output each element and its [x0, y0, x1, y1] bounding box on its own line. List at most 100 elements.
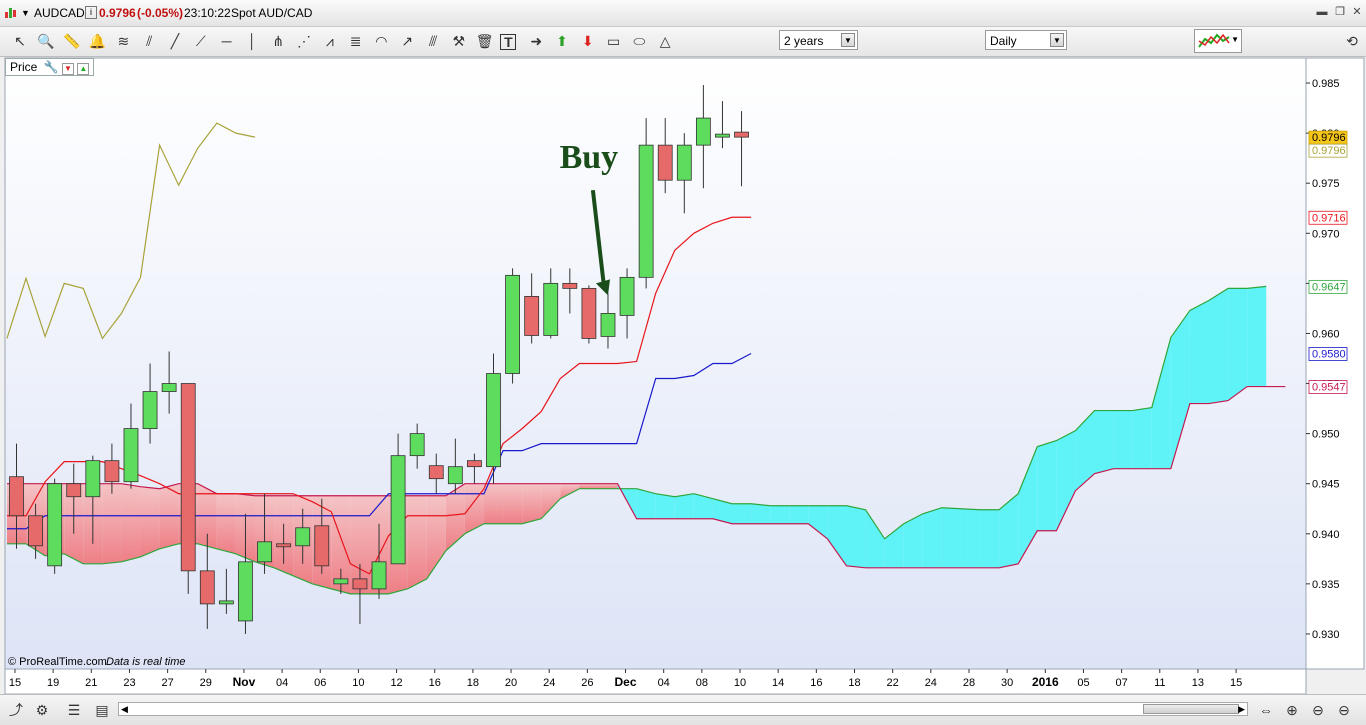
chart-scrollbar[interactable]: ◀ ▶ [118, 702, 1248, 716]
chevron-down-icon[interactable]: ▼ [1050, 33, 1064, 47]
indicators-button[interactable]: ▼ [1194, 29, 1242, 53]
triangle-icon[interactable]: △ [655, 31, 675, 51]
line-icon[interactable]: ╱ [165, 31, 185, 51]
bearish-candle[interactable] [9, 476, 24, 517]
bearish-candle[interactable] [352, 578, 368, 590]
side-panel-icon[interactable]: ⟲ [1342, 31, 1362, 51]
x-tick-label: 04 [658, 677, 670, 689]
bullish-candle[interactable] [505, 274, 520, 374]
bearish-candle[interactable] [657, 144, 673, 181]
pitchfork-icon[interactable]: ⋔ [268, 31, 288, 51]
bullish-candle[interactable] [333, 578, 349, 585]
zigzag-icon[interactable]: ⩘ [320, 31, 340, 51]
list-icon[interactable]: ☰ [64, 701, 84, 719]
bearish-candle[interactable] [66, 483, 82, 498]
bearish-candle[interactable] [467, 460, 482, 468]
bullish-candle[interactable] [715, 133, 730, 138]
bullish-candle[interactable] [409, 433, 425, 457]
channel-icon[interactable]: ⫽ [139, 31, 159, 51]
regression-icon[interactable]: ≣ [346, 31, 366, 51]
bearish-candle[interactable] [104, 460, 120, 483]
ellipse-icon[interactable]: ⬭ [629, 31, 649, 51]
fibonacci-icon[interactable]: ≋ [113, 31, 133, 51]
bullish-candle[interactable] [238, 561, 253, 622]
zoom-out-icon[interactable]: ⊖ [1334, 701, 1354, 719]
arc-icon[interactable]: ◠ [371, 31, 391, 51]
scroll-right-icon[interactable]: ▶ [1238, 703, 1245, 715]
zoom-in-icon[interactable]: ⊖ [1308, 701, 1328, 719]
vertical-line-icon[interactable]: │ [242, 31, 262, 51]
close-icon[interactable]: ✕ [1349, 5, 1365, 19]
bearish-candle[interactable] [734, 131, 749, 138]
bearish-candle[interactable] [180, 383, 196, 572]
bullish-candle[interactable] [447, 466, 463, 485]
trendline-icon[interactable]: ⟋ [191, 31, 211, 51]
period-select[interactable]: 2 years ▼ [779, 30, 858, 50]
zoom-icon[interactable]: 🔍 [36, 31, 56, 51]
panel-up-icon[interactable]: ▲ [77, 63, 90, 75]
rectangle-icon[interactable]: ▭ [604, 31, 624, 51]
bearish-candle[interactable] [562, 282, 578, 289]
bearish-candle[interactable] [199, 570, 215, 605]
bearish-candle[interactable] [524, 295, 540, 336]
ruler-icon[interactable]: 📏 [62, 31, 82, 51]
arrow-right-icon[interactable]: ➜ [526, 31, 546, 51]
bearish-candle[interactable] [276, 543, 292, 548]
interval-select[interactable]: Daily ▼ [985, 30, 1067, 50]
chart-area[interactable]: 0.9300.9350.9400.9450.9500.9550.9600.965… [0, 57, 1366, 695]
bullish-candle[interactable] [295, 527, 311, 547]
x-tick-label: 04 [276, 677, 288, 689]
chevron-down-icon[interactable]: ▼ [841, 33, 855, 47]
symbol-name[interactable]: AUDCAD [34, 6, 85, 20]
y-tick-label: 0.960 [1312, 328, 1340, 340]
layers-icon[interactable]: ▤ [92, 701, 112, 719]
bullish-candle[interactable] [257, 541, 272, 563]
bullish-candle[interactable] [600, 313, 616, 337]
bullish-candle[interactable] [85, 460, 101, 498]
scrollbar-thumb[interactable] [1143, 704, 1239, 714]
bullish-candle[interactable] [619, 276, 635, 316]
restore-icon[interactable]: ❐ [1332, 5, 1348, 19]
bullish-candle[interactable] [543, 282, 559, 336]
cursor-icon[interactable]: ↖ [10, 31, 30, 51]
bullish-candle[interactable] [371, 561, 387, 590]
tools-icon[interactable]: ⚒ [449, 31, 469, 51]
wrench-icon[interactable]: 🔧 [44, 60, 59, 74]
arrow-down-icon[interactable]: ⬇ [578, 31, 598, 51]
arrow-up-icon[interactable]: ⬆ [552, 31, 572, 51]
bullish-candle[interactable] [47, 483, 63, 567]
symbol-dropdown-icon[interactable]: ▼ [21, 8, 30, 18]
bullish-candle[interactable] [486, 373, 501, 468]
scroll-left-icon[interactable]: ◀ [121, 703, 128, 715]
delete-icon[interactable]: 🗑 [475, 31, 495, 51]
info-icon[interactable]: i [85, 6, 97, 19]
add-indicator-icon[interactable]: ⤴ [6, 701, 26, 719]
bullish-candle[interactable] [161, 383, 177, 392]
bullish-candle[interactable] [695, 117, 711, 146]
bearish-candle[interactable] [314, 525, 330, 567]
horizontal-line-icon[interactable]: ─ [217, 31, 237, 51]
bearish-candle[interactable] [428, 465, 444, 480]
ichimoku-chart[interactable]: 0.9300.9350.9400.9450.9500.9550.9600.965… [0, 57, 1366, 695]
text-icon[interactable]: T [500, 34, 517, 50]
zoom-region-icon[interactable]: ⊕ [1282, 701, 1302, 719]
fit-icon[interactable]: ⇔ [1256, 701, 1276, 719]
bullish-candle[interactable] [142, 391, 158, 430]
bearish-candle[interactable] [581, 287, 597, 339]
chevron-down-icon[interactable]: ▼ [1231, 35, 1239, 44]
cloud-segment [980, 509, 1000, 568]
minimize-icon[interactable]: ▬ [1314, 5, 1330, 19]
bullish-candle[interactable] [218, 600, 234, 605]
bearish-candle[interactable] [28, 515, 43, 547]
fan-icon[interactable]: ⋰ [294, 31, 314, 51]
bullish-candle[interactable] [676, 144, 692, 181]
cloud-segment [655, 493, 675, 519]
panel-down-icon[interactable]: ▼ [61, 63, 74, 75]
bullish-candle[interactable] [638, 144, 654, 278]
extend-line-icon[interactable]: ↗ [397, 31, 417, 51]
bullish-candle[interactable] [390, 455, 406, 565]
parallel-line-icon[interactable]: ⫻ [423, 31, 443, 51]
bullish-candle[interactable] [123, 428, 139, 483]
variables-icon[interactable]: ⚙ [32, 701, 52, 719]
alarm-icon[interactable]: 🔔 [88, 31, 108, 51]
